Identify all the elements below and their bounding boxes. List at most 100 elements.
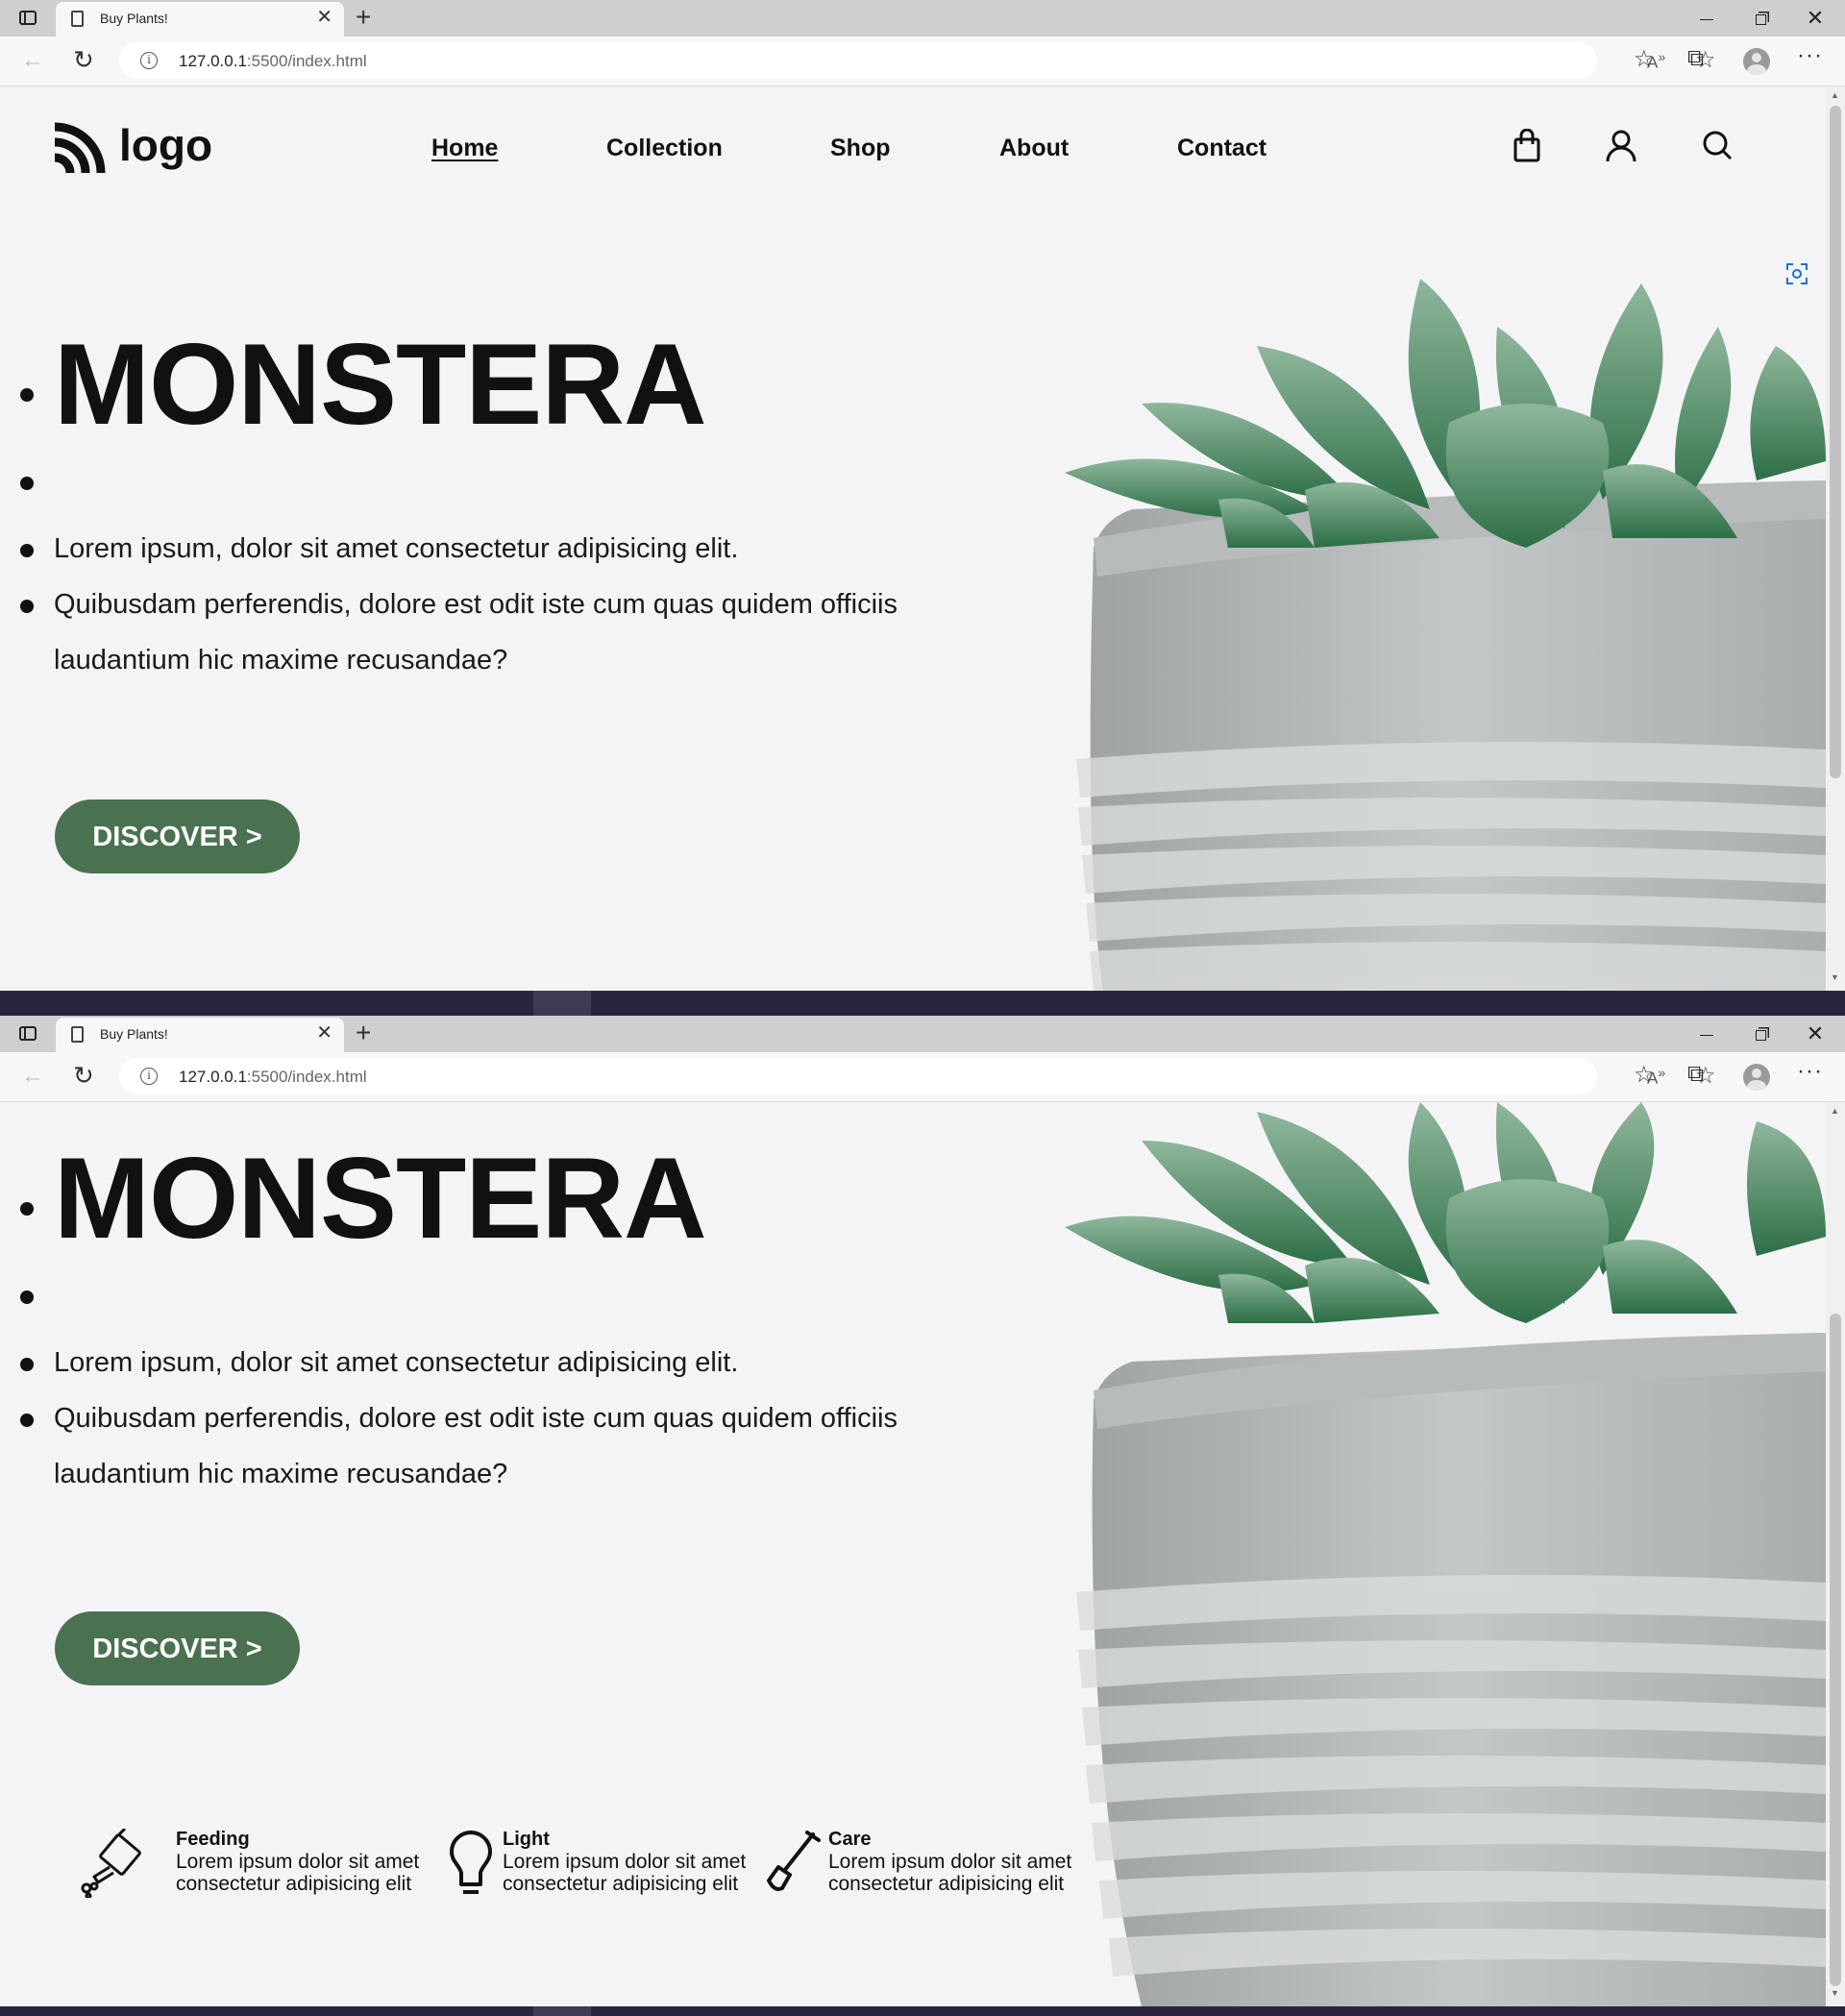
scroll-thumb[interactable] <box>1830 106 1841 778</box>
nav-collection[interactable]: Collection <box>606 135 723 162</box>
url-host: 127.0.0.1 <box>179 52 247 70</box>
reload-icon[interactable]: ↻ <box>73 1061 94 1091</box>
feature-care: Care Lorem ipsum dolor sit amet consecte… <box>765 1829 1072 1915</box>
url-host: 127.0.0.1 <box>179 1068 247 1086</box>
logo-icon[interactable] <box>53 121 107 173</box>
tab-bar: Buy Plants! ✕ + ✕ <box>0 1016 1845 1052</box>
hero-line-2: Quibusdam perferendis, dolore est odit i… <box>20 577 976 688</box>
restore-icon[interactable] <box>1743 4 1778 33</box>
taskbar-active-item <box>533 2006 591 2016</box>
discover-button[interactable]: DISCOVER > <box>55 799 300 873</box>
hero-line-1: Lorem ipsum, dolor sit amet consectetur … <box>20 521 976 577</box>
page-viewport: logo Home Collection Shop About Contact <box>0 86 1845 991</box>
favorites-icon[interactable]: ☆ <box>1634 1061 1655 1089</box>
shopping-bag-icon[interactable] <box>1511 129 1543 163</box>
tab-actions-icon[interactable] <box>19 1026 37 1041</box>
page-viewport: MONSTERA Lorem ipsum, dolor sit amet con… <box>0 1102 1845 2006</box>
succulent-image <box>1065 279 1826 991</box>
feature-desc: Lorem ipsum dolor sit amet consectetur a… <box>176 1851 420 1895</box>
taskbar-strip <box>0 2006 1845 2016</box>
tab-title: Buy Plants! <box>100 1026 168 1042</box>
feature-desc: Lorem ipsum dolor sit amet consectetur a… <box>828 1851 1072 1895</box>
url-path: :5500/index.html <box>246 52 367 70</box>
back-icon[interactable]: ← <box>21 47 44 74</box>
tab-title: Buy Plants! <box>100 11 168 26</box>
hero-title: MONSTERA <box>54 320 707 449</box>
user-icon[interactable] <box>1605 129 1637 163</box>
new-tab-icon[interactable]: + <box>356 1018 371 1048</box>
light-bulb-icon <box>450 1831 492 1894</box>
page-icon <box>71 1026 84 1043</box>
feature-title: Care <box>828 1829 872 1850</box>
close-tab-icon[interactable]: ✕ <box>316 1023 332 1043</box>
nav-contact[interactable]: Contact <box>1177 135 1267 162</box>
empty-list-item <box>20 1266 976 1335</box>
feature-desc: Lorem ipsum dolor sit amet consectetur a… <box>503 1851 747 1895</box>
discover-button[interactable]: DISCOVER > <box>55 1611 300 1685</box>
close-window-icon[interactable]: ✕ <box>1798 4 1833 33</box>
empty-list-item <box>20 452 976 521</box>
scrollbar[interactable]: ▲ ▼ <box>1826 86 1845 991</box>
browser-tab[interactable]: Buy Plants! ✕ <box>56 1018 344 1052</box>
logo-text[interactable]: logo <box>119 119 212 171</box>
hero-line-1: Lorem ipsum, dolor sit amet consectetur … <box>20 1335 976 1390</box>
restore-icon[interactable] <box>1743 1020 1778 1048</box>
scroll-up-icon[interactable]: ▲ <box>1831 1106 1839 1116</box>
collections-icon[interactable]: ⧉ <box>1687 1061 1704 1088</box>
shovel-icon <box>767 1831 821 1891</box>
url-path: :5500/index.html <box>246 1068 367 1086</box>
hero-list: MONSTERA Lorem ipsum, dolor sit amet con… <box>20 1131 976 1502</box>
feature-light: Light Lorem ipsum dolor sit amet consect… <box>448 1829 755 1915</box>
feature-title: Feeding <box>176 1829 250 1850</box>
back-icon[interactable]: ← <box>21 1063 44 1090</box>
browser-window-scrolled: Buy Plants! ✕ + ✕ ← ↻ i 127.0.0.1:5500/i… <box>0 1016 1845 2006</box>
close-tab-icon[interactable]: ✕ <box>316 8 332 27</box>
address-row: ← ↻ i 127.0.0.1:5500/index.html A» ☆ ☆ ⧉… <box>0 1052 1845 1102</box>
tab-actions-icon[interactable] <box>19 11 37 25</box>
page-icon <box>71 11 84 27</box>
nav-about[interactable]: About <box>999 135 1069 162</box>
url-text[interactable]: 127.0.0.1:5500/index.html <box>179 52 367 71</box>
nav-shop[interactable]: Shop <box>830 135 891 162</box>
profile-avatar[interactable] <box>1743 1064 1770 1091</box>
minimize-icon[interactable] <box>1689 4 1724 33</box>
taskbar-strip <box>0 991 1845 1016</box>
address-bar[interactable]: i 127.0.0.1:5500/index.html A» ☆ <box>119 1058 1716 1094</box>
scroll-up-icon[interactable]: ▲ <box>1831 90 1839 100</box>
scrollbar[interactable]: ▲ ▼ <box>1826 1102 1845 2006</box>
browser-window-top: Buy Plants! ✕ + ✕ ← ↻ i 127.0.0.1:5500/i… <box>0 0 1845 991</box>
profile-avatar[interactable] <box>1743 48 1770 75</box>
reload-icon[interactable]: ↻ <box>73 45 94 75</box>
more-menu-icon[interactable]: ··· <box>1797 42 1823 69</box>
taskbar-active-item <box>533 991 591 1016</box>
hero-title-item: MONSTERA <box>20 1131 976 1266</box>
minimize-icon[interactable] <box>1689 1020 1724 1048</box>
favorites-icon[interactable]: ☆ <box>1634 45 1655 73</box>
address-bar[interactable]: i 127.0.0.1:5500/index.html A» ☆ <box>119 42 1716 79</box>
new-tab-icon[interactable]: + <box>356 2 371 33</box>
site-info-icon[interactable]: i <box>140 1068 158 1085</box>
visual-search-icon[interactable] <box>1785 262 1808 285</box>
hero-title-item: MONSTERA <box>20 317 976 452</box>
feature-title: Light <box>503 1829 550 1850</box>
hero-title: MONSTERA <box>54 1134 707 1263</box>
site-info-icon[interactable]: i <box>140 52 158 69</box>
search-icon[interactable] <box>1701 129 1734 163</box>
scroll-down-icon[interactable]: ▼ <box>1831 1988 1839 1998</box>
address-row: ← ↻ i 127.0.0.1:5500/index.html A» ☆ ☆ ⧉… <box>0 37 1845 86</box>
close-window-icon[interactable]: ✕ <box>1798 1020 1833 1048</box>
browser-tab[interactable]: Buy Plants! ✕ <box>56 2 344 37</box>
scroll-down-icon[interactable]: ▼ <box>1831 972 1839 982</box>
site-header: logo Home Collection Shop About Contact <box>0 86 1826 221</box>
succulent-image <box>1065 1102 1826 2006</box>
more-menu-icon[interactable]: ··· <box>1797 1058 1823 1085</box>
collections-icon[interactable]: ⧉ <box>1687 45 1704 72</box>
url-text[interactable]: 127.0.0.1:5500/index.html <box>179 1068 367 1087</box>
watering-can-icon <box>81 1829 141 1898</box>
nav-home[interactable]: Home <box>431 135 498 162</box>
scroll-thumb[interactable] <box>1830 1314 1841 1986</box>
tab-bar: Buy Plants! ✕ + ✕ <box>0 0 1845 37</box>
feature-feeding: Feeding Lorem ipsum dolor sit amet conse… <box>81 1829 419 1915</box>
hero-list: MONSTERA Lorem ipsum, dolor sit amet con… <box>20 317 976 688</box>
hero-line-2: Quibusdam perferendis, dolore est odit i… <box>20 1390 976 1502</box>
